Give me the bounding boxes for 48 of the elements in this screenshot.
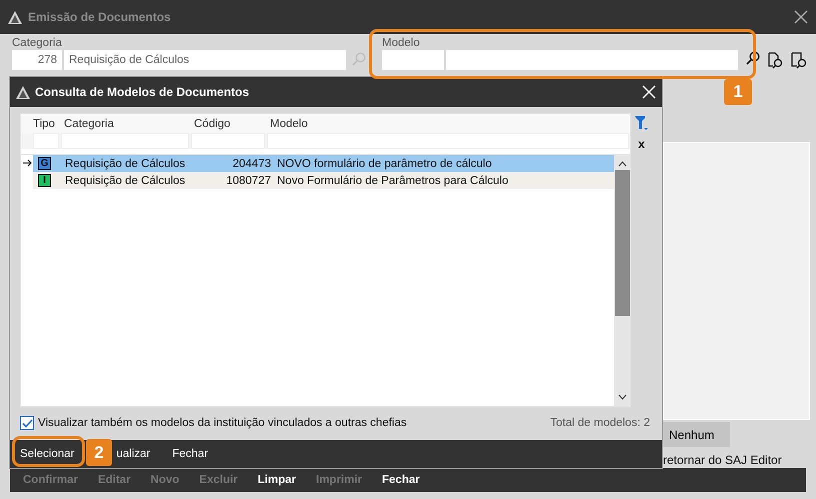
document-search-icon[interactable] [790, 51, 808, 69]
table-cell-text: Novo Formulário de Parâmetros para Cálculo [277, 174, 510, 186]
row-pointer-icon [22, 158, 32, 166]
toolbar-button[interactable]: Fechar [373, 472, 429, 488]
document-search-icon[interactable] [766, 51, 784, 69]
search-icon[interactable] [746, 51, 760, 65]
checkbox-label: Visualizar também os modelos da instituição vinculados a outras chefias [38, 417, 408, 429]
logo-icon [8, 10, 22, 24]
dialog-title: Consulta de Modelos de Documentos [35, 85, 250, 99]
toolbar-button[interactable]: Limpar [248, 472, 305, 488]
table-row[interactable]: G Requisição de Cálculos 204473 NOVO formulário de parâmetro de cálculo [33, 155, 614, 172]
model-code-field[interactable] [382, 50, 444, 70]
column-header[interactable]: Modelo [267, 118, 627, 130]
column-header[interactable]: Tipo [21, 118, 61, 130]
table-cell-text: Requisição de Cálculos [65, 174, 186, 186]
scroll-down-icon[interactable] [618, 394, 626, 400]
filter-field[interactable] [267, 133, 629, 149]
table-cell-text: 204473 [232, 158, 272, 170]
total-count: Total de modelos: 2 [550, 417, 650, 429]
type-badge: I [38, 174, 51, 187]
editor-note: retornar do SAJ Editor [663, 453, 782, 467]
field-label: Modelo [382, 37, 421, 49]
checkbox[interactable] [20, 416, 34, 430]
check-icon [22, 418, 32, 428]
table-cell-text: NOVO formulário de parâmetro de cálculo [277, 158, 493, 170]
step-badge: 2 [86, 439, 112, 466]
filter-icon[interactable] [635, 116, 648, 131]
step-badge: 1 [724, 79, 752, 105]
column-header[interactable]: Categoria [61, 118, 191, 130]
type-badge: G [38, 157, 51, 170]
logo-icon [16, 86, 30, 98]
scroll-up-icon[interactable] [618, 161, 626, 167]
close-button[interactable]: Fechar [166, 444, 214, 464]
select-button[interactable]: Selecionar [14, 444, 80, 464]
category-name-field[interactable]: Requisição de Cálculos [64, 50, 346, 70]
table-cell-text: Requisição de Cálculos [65, 158, 186, 170]
view-button[interactable]: ualizar [116, 444, 156, 464]
model-name-field[interactable] [446, 50, 738, 70]
table-row[interactable]: I Requisição de Cálculos 1080727 Novo Formulário de Parâmetros para Cálculo [33, 172, 614, 189]
window-title: Emissão de Documentos [28, 10, 172, 24]
scrollbar[interactable] [614, 155, 630, 406]
table-cell-text: 1080727 [225, 174, 272, 186]
field-label: Categoria [12, 37, 63, 49]
category-code-field[interactable]: 278 [12, 50, 62, 70]
column-header[interactable]: Código [191, 118, 267, 130]
clear-filter-button[interactable]: x [638, 137, 645, 151]
close-icon[interactable] [794, 10, 808, 24]
none-button[interactable]: Nenhum [663, 422, 730, 447]
